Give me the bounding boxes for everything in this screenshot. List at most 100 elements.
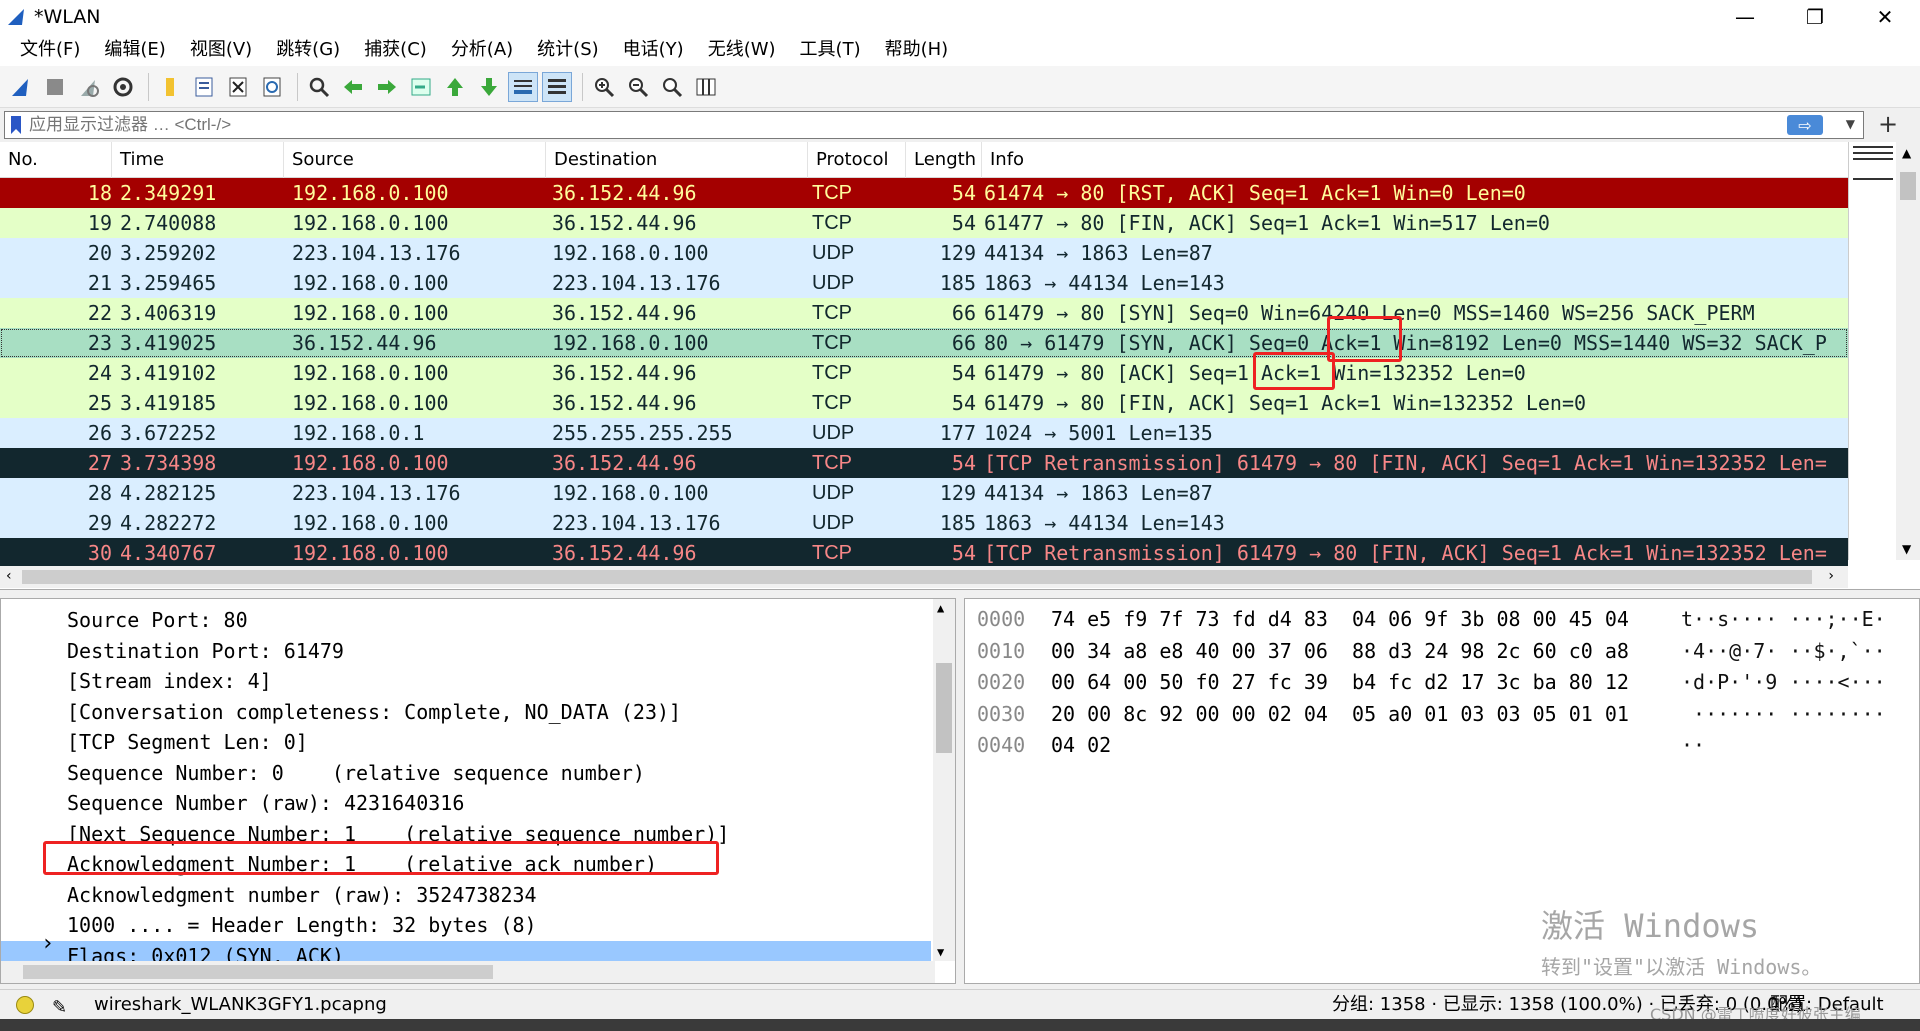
bytes-ascii[interactable]: t··s···· ···;··E· (1681, 603, 1886, 635)
packet-row[interactable]: 25 3.419185 192.168.0.100 36.152.44.96 TCP 54… (0, 388, 1848, 418)
bytes-ascii[interactable]: ·· (1681, 729, 1705, 761)
bytes-ascii[interactable]: ······· ········ (1681, 698, 1886, 730)
column-time[interactable]: Time (112, 142, 284, 178)
packet-row[interactable]: 27 3.734398 192.168.0.100 36.152.44.96 TCP 54… (0, 448, 1848, 478)
menu-help[interactable]: 帮助(H) (873, 34, 961, 66)
bytes-offset[interactable]: 0020 (977, 666, 1025, 698)
detail-field-line[interactable]: 1000 .... = Header Length: 32 bytes (8) (1, 910, 931, 940)
detail-field-line[interactable]: [Conversation completeness: Complete, NO… (1, 697, 931, 727)
packet-row[interactable]: 30 4.340767 192.168.0.100 36.152.44.96 TCP 54… (0, 538, 1848, 568)
packet-list-hscroll[interactable]: ‹ › (0, 566, 1848, 588)
add-filter-button[interactable]: + (1878, 110, 1898, 138)
detail-field-line[interactable]: [TCP Segment Len: 0] (1, 727, 931, 757)
scroll-thumb[interactable] (23, 965, 493, 979)
packet-row[interactable]: 20 3.259202 223.104.13.176 192.168.0.100 UDP… (0, 238, 1848, 268)
detail-field-line[interactable]: Destination Port: 61479 (1, 636, 931, 666)
stop-icon[interactable] (40, 72, 70, 102)
packet-row[interactable]: 21 3.259465 192.168.0.100 223.104.13.176 UDP… (0, 268, 1848, 298)
scroll-up-icon[interactable]: ▲ (1902, 146, 1911, 160)
bytes-offset[interactable]: 0040 (977, 729, 1025, 761)
menu-wireless[interactable]: 无线(W) (696, 34, 788, 66)
go-forward-icon[interactable] (372, 72, 402, 102)
column-length[interactable]: Length (906, 142, 982, 178)
menu-view[interactable]: 视图(V) (178, 34, 264, 66)
bytes-offset[interactable]: 0030 (977, 698, 1025, 730)
scroll-down-icon[interactable]: ▼ (1902, 542, 1911, 556)
last-packet-icon[interactable] (474, 72, 504, 102)
packet-minimap[interactable] (1848, 142, 1896, 560)
packet-row[interactable]: 28 4.282125 223.104.13.176 192.168.0.100 UDP… (0, 478, 1848, 508)
display-filter-input[interactable] (29, 115, 1789, 135)
bytes-offset[interactable]: 0010 (977, 635, 1025, 667)
packet-row[interactable]: 18 2.349291 192.168.0.100 36.152.44.96 TCP 54… (0, 178, 1848, 208)
packet-row[interactable]: 23 3.419025 36.152.44.96 192.168.0.100 TCP 66… (0, 328, 1848, 358)
detail-field-line[interactable]: Sequence Number: 0 (relative sequence nu… (1, 758, 931, 788)
maximize-button[interactable]: ❐ (1780, 0, 1850, 34)
column-destination[interactable]: Destination (546, 142, 808, 178)
shark-start-icon[interactable] (6, 72, 36, 102)
column-no[interactable]: No. (0, 142, 112, 178)
bytes-ascii[interactable]: ·4··@·7· ··$·,`·· (1681, 635, 1886, 667)
packet-row[interactable]: 24 3.419102 192.168.0.100 36.152.44.96 TCP 54… (0, 358, 1848, 388)
colorize-icon[interactable] (542, 71, 572, 102)
packet-list-vscroll[interactable]: ▲ ▼ (1896, 142, 1920, 560)
scroll-left-icon[interactable]: ‹ (6, 568, 12, 584)
scroll-thumb[interactable] (22, 570, 1812, 584)
detail-field-line[interactable]: Acknowledgment number (raw): 3524738234 (1, 880, 931, 910)
scroll-thumb[interactable] (936, 663, 952, 753)
close-file-icon[interactable] (223, 72, 253, 102)
autoscroll-icon[interactable] (508, 71, 538, 102)
bytes-ascii[interactable]: ·d·P·'·9 ····<··· (1681, 666, 1886, 698)
options-gear-icon[interactable] (108, 72, 138, 102)
close-button[interactable]: ✕ (1850, 0, 1920, 34)
scroll-thumb[interactable] (1900, 172, 1916, 200)
restart-icon[interactable] (74, 72, 104, 102)
bytes-hex[interactable]: 20 00 8c 92 00 00 02 04 05 a0 01 03 03 0… (1051, 698, 1629, 730)
expert-info-indicator-icon[interactable] (16, 996, 34, 1014)
zoom-in-icon[interactable] (589, 72, 619, 102)
bytes-hex[interactable]: 00 64 00 50 f0 27 fc 39 b4 fc d2 17 3c b… (1051, 666, 1629, 698)
detail-field-line[interactable]: [Stream index: 4] (1, 666, 931, 696)
bytes-hex[interactable]: 00 34 a8 e8 40 00 37 06 88 d3 24 98 2c 6… (1051, 635, 1629, 667)
menu-edit[interactable]: 编辑(E) (92, 34, 177, 66)
resize-columns-icon[interactable] (691, 72, 721, 102)
apply-filter-button[interactable]: ⇨ (1787, 115, 1823, 135)
detail-field-line[interactable]: Sequence Number (raw): 4231640316 (1, 788, 931, 818)
reload-icon[interactable] (257, 72, 287, 102)
filter-history-dropdown[interactable]: ▼ (1846, 117, 1855, 131)
zoom-out-icon[interactable] (623, 72, 653, 102)
bytes-hex[interactable]: 04 02 (1051, 729, 1111, 761)
menu-statistics[interactable]: 统计(S) (525, 34, 610, 66)
menu-tools[interactable]: 工具(T) (788, 34, 873, 66)
expand-arrow-icon[interactable]: › (41, 929, 54, 959)
details-hscroll[interactable] (1, 961, 935, 983)
menu-go[interactable]: 跳转(G) (264, 34, 352, 66)
column-source[interactable]: Source (284, 142, 546, 178)
packet-row[interactable]: 19 2.740088 192.168.0.100 36.152.44.96 TCP 54… (0, 208, 1848, 238)
minimize-button[interactable]: — (1710, 0, 1780, 34)
scroll-right-icon[interactable]: › (1828, 568, 1834, 584)
save-file-icon[interactable] (189, 72, 219, 102)
go-back-icon[interactable] (338, 72, 368, 102)
first-packet-icon[interactable] (440, 72, 470, 102)
packet-row[interactable]: 29 4.282272 192.168.0.100 223.104.13.176 UDP… (0, 508, 1848, 538)
scroll-down-icon[interactable]: ▼ (937, 945, 944, 959)
bytes-offset[interactable]: 0000 (977, 603, 1025, 635)
detail-field-line[interactable]: Source Port: 80 (1, 605, 931, 635)
open-folder-icon[interactable] (155, 72, 185, 102)
details-vscroll[interactable]: ▲ ▼ (933, 599, 955, 961)
menu-file[interactable]: 文件(F) (8, 34, 92, 66)
zoom-normal-icon[interactable] (657, 72, 687, 102)
packet-row[interactable]: 22 3.406319 192.168.0.100 36.152.44.96 TCP 66… (0, 298, 1848, 328)
column-info[interactable]: Info (982, 142, 1848, 178)
bytes-hex[interactable]: 74 e5 f9 7f 73 fd d4 83 04 06 9f 3b 08 0… (1051, 603, 1629, 635)
menu-capture[interactable]: 捕获(C) (352, 34, 439, 66)
menu-analyze[interactable]: 分析(A) (439, 34, 525, 66)
menu-telephony[interactable]: 电话(Y) (611, 34, 696, 66)
column-protocol[interactable]: Protocol (808, 142, 906, 178)
go-to-packet-icon[interactable] (406, 72, 436, 102)
bookmark-icon[interactable] (11, 116, 21, 134)
scroll-up-icon[interactable]: ▲ (937, 601, 944, 615)
packet-row[interactable]: 26 3.672252 192.168.0.1 255.255.255.255 UDP 1… (0, 418, 1848, 448)
find-icon[interactable] (304, 72, 334, 102)
